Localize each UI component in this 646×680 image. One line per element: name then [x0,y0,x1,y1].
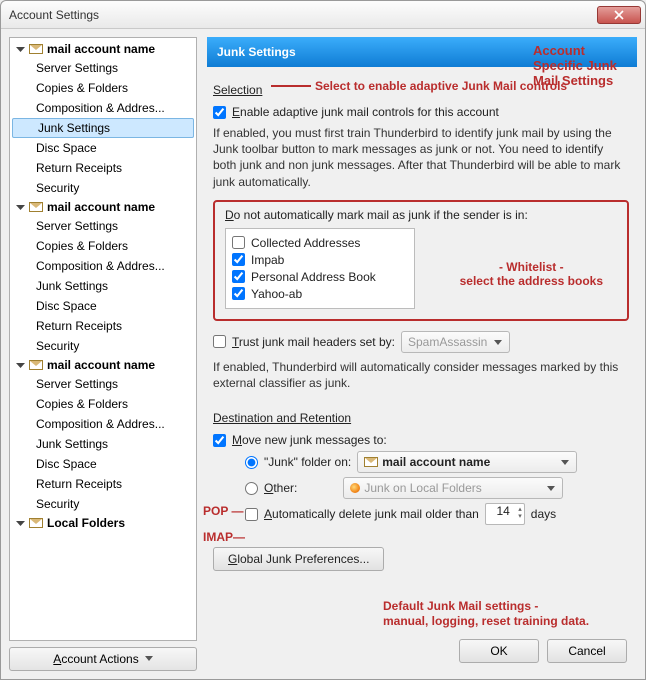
tree-item[interactable]: Return Receipts [10,474,196,494]
tree-item[interactable]: Copies & Folders [10,394,196,414]
tree-item[interactable]: Disc Space [10,138,196,158]
ok-button[interactable]: OK [459,639,539,663]
expand-icon [16,203,25,212]
junk-icon [350,483,360,493]
tree-item[interactable]: Composition & Addres... [10,256,196,276]
annotation-selection: Select to enable adaptive Junk Mail cont… [315,79,567,93]
other-folder-radio[interactable] [245,482,258,495]
close-icon [614,10,624,20]
whitelist-item-label: Impab [251,253,284,267]
mail-icon [29,518,43,528]
tree-item[interactable]: Junk Settings [12,118,194,138]
adaptive-description: If enabled, you must first train Thunder… [213,125,629,190]
junk-settings-header: Junk Settings [207,37,637,67]
expand-icon [16,361,25,370]
junk-folder-account-select[interactable]: mail account name [357,451,577,473]
tree-item[interactable]: Server Settings [10,58,196,78]
auto-delete-checkbox[interactable] [245,508,258,521]
tree-item[interactable]: Security [10,336,196,356]
chevron-down-icon [145,656,153,662]
whitelist-item-checkbox[interactable] [232,287,245,300]
move-junk-checkbox[interactable] [213,434,226,447]
tree-item[interactable]: Copies & Folders [10,236,196,256]
account-actions-button[interactable]: Account Actions [9,647,197,671]
tree-account-header[interactable]: Local Folders [10,514,196,532]
tree-item[interactable]: Server Settings [10,374,196,394]
sidebar: mail account nameServer SettingsCopies &… [9,37,197,671]
window-title: Account Settings [9,8,597,22]
account-tree[interactable]: mail account nameServer SettingsCopies &… [9,37,197,641]
whitelist-heading: Do not automatically mark mail as junk i… [225,208,617,222]
whitelist-item-checkbox[interactable] [232,253,245,266]
section-destination: Destination and Retention [213,411,351,425]
tree-item[interactable]: Junk Settings [10,434,196,454]
tree-item[interactable]: Disc Space [10,296,196,316]
tree-item[interactable]: Junk Settings [10,276,196,296]
other-folder-select[interactable]: Junk on Local Folders [343,477,563,499]
whitelist-group: Do not automatically mark mail as junk i… [213,200,629,321]
days-label: days [531,507,556,521]
trust-classifier-select[interactable]: SpamAssassin [401,331,510,353]
junk-folder-radio[interactable] [245,456,258,469]
section-selection: Selection [213,83,262,97]
whitelist-item-label: Personal Address Book [251,270,376,284]
dialog-footer: OK Cancel [459,639,627,663]
auto-delete-days-input[interactable]: 14 [485,503,525,525]
tree-item[interactable]: Server Settings [10,216,196,236]
whitelist-item-label: Collected Addresses [251,236,360,250]
tree-item[interactable]: Return Receipts [10,158,196,178]
expand-icon [16,45,25,54]
annotation-imap: IMAP— [203,530,245,544]
tree-account-header[interactable]: mail account name [10,356,196,374]
tree-item[interactable]: Copies & Folders [10,78,196,98]
tree-account-header[interactable]: mail account name [10,40,196,58]
trust-headers-checkbox[interactable] [213,335,226,348]
whitelist-item-checkbox[interactable] [232,270,245,283]
mail-icon [29,44,43,54]
whitelist-item-checkbox[interactable] [232,236,245,249]
cancel-button[interactable]: Cancel [547,639,627,663]
trust-headers-label: Trust junk mail headers set by: [232,335,395,349]
enable-adaptive-label: Enable adaptive junk mail controls for t… [232,105,499,119]
tree-item[interactable]: Disc Space [10,454,196,474]
expand-icon [16,519,25,528]
whitelist-list[interactable]: Collected Addresses Impab Personal Addre… [225,228,415,309]
junk-folder-label: "Junk" folder on: [264,455,351,469]
tree-item[interactable]: Security [10,494,196,514]
content-pane: Junk Settings Account Specific Junk Mail… [207,37,637,671]
auto-delete-label: Automatically delete junk mail older tha… [264,507,479,521]
annotation-global: Default Junk Mail settings - manual, log… [383,599,589,629]
annotation-whitelist: - Whitelist - select the address books [460,260,603,288]
global-junk-prefs-button[interactable]: Global Junk Preferences... [213,547,384,571]
mail-icon [29,202,43,212]
move-junk-label: Move new junk messages to: [232,433,387,447]
other-folder-label: Other: [264,481,297,495]
close-button[interactable] [597,6,641,24]
tree-item[interactable]: Security [10,178,196,198]
tree-item[interactable]: Composition & Addres... [10,414,196,434]
whitelist-item-label: Yahoo-ab [251,287,302,301]
mail-icon [364,457,378,467]
mail-icon [29,360,43,370]
tree-item[interactable]: Return Receipts [10,316,196,336]
settings-window: Account Settings mail account nameServer… [0,0,646,680]
annotation-line [271,85,311,87]
tree-account-header[interactable]: mail account name [10,198,196,216]
titlebar: Account Settings [1,1,645,29]
tree-item[interactable]: Composition & Addres... [10,98,196,118]
enable-adaptive-checkbox[interactable] [213,106,226,119]
trust-description: If enabled, Thunderbird will automatical… [213,359,629,391]
